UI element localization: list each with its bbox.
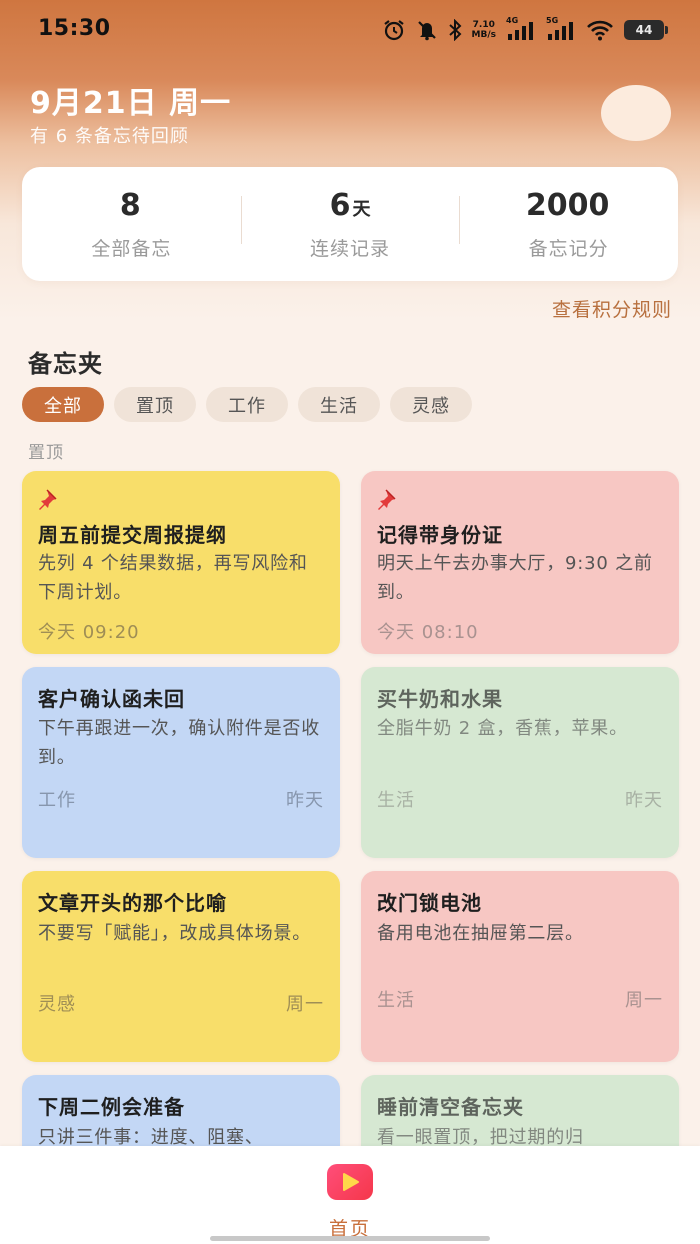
note-title: 记得带身份证	[377, 523, 503, 547]
note-footer: 工作 昨天	[38, 786, 324, 812]
filter-chips: 全部 置顶 工作 生活 灵感	[22, 387, 472, 422]
stat-label: 连续记录	[310, 237, 391, 260]
note-footer: 生活 周一	[377, 986, 663, 1012]
note-body: 先列 4 个结果数据，再写风险和下周计划。	[38, 553, 308, 603]
stat-value: 2000	[459, 188, 678, 228]
note-title: 客户确认函未回	[38, 687, 185, 711]
net-speed: 7.10 MB/s	[472, 20, 496, 40]
note-title: 买牛奶和水果	[377, 687, 503, 711]
stat-score[interactable]: 2000 备忘记分	[459, 188, 678, 261]
net-speed-unit: MB/s	[471, 30, 496, 40]
filter-chip-inspiration[interactable]: 灵感	[390, 387, 472, 422]
section-title: 备忘夹	[28, 350, 103, 378]
score-rules-link[interactable]: 查看积分规则	[552, 295, 672, 322]
stat-value: 6天	[241, 188, 460, 228]
stat-number: 8	[119, 187, 141, 223]
stat-all-notes[interactable]: 8 全部备忘	[22, 188, 241, 261]
note-title: 下周二例会准备	[38, 1095, 185, 1119]
stat-streak[interactable]: 6天 连续记录	[240, 188, 460, 261]
pin-icon	[378, 489, 396, 510]
signal-4g-icon: 4G	[506, 16, 536, 42]
note-date: 周一	[286, 994, 324, 1015]
stat-label: 备忘记分	[528, 237, 609, 260]
review-subtitle: 有 6 条备忘待回顾	[30, 126, 189, 147]
note-category: 生活	[377, 990, 415, 1011]
stat-number: 6	[329, 187, 351, 223]
stat-value: 8	[22, 188, 241, 228]
play-icon	[327, 1164, 373, 1200]
note-category: 生活	[377, 790, 415, 811]
nav-home[interactable]: 首页	[318, 1164, 382, 1241]
note-card[interactable]: 记得带身份证 明天上午去办事大厅，9:30 之前到。 今天 08:10	[361, 471, 679, 654]
stat-number: 2000	[525, 187, 610, 223]
note-title: 文章开头的那个比喻	[38, 891, 227, 915]
note-date: 昨天	[625, 790, 663, 811]
status-time: 15:30	[38, 16, 111, 41]
mute-icon	[416, 19, 438, 41]
net-speed-value: 7.10	[472, 20, 495, 30]
signal-5g-label: 5G	[546, 16, 559, 25]
stats-card: 8 全部备忘 6天 连续记录 2000 备忘记分	[22, 167, 678, 281]
wifi-icon	[586, 19, 614, 41]
note-date: 周一	[625, 990, 663, 1011]
bluetooth-icon	[448, 19, 462, 41]
app-screen: 15:30 7.10 MB/s 4G 5G 44 9月21日 周一 有 6 条备…	[0, 0, 700, 1244]
note-footer: 今天 09:20	[38, 618, 324, 644]
note-card[interactable]: 周五前提交周报提纲 先列 4 个结果数据，再写风险和下周计划。 今天 09:20	[22, 471, 340, 654]
stat-unit: 天	[352, 198, 371, 220]
date-title: 9月21日 周一	[30, 86, 232, 121]
battery-icon: 44	[624, 20, 668, 40]
note-body: 不要写「赋能」，改成具体场景。	[38, 923, 311, 944]
pin-icon	[39, 489, 57, 510]
home-indicator[interactable]	[210, 1236, 490, 1241]
group-label-pinned: 置顶	[28, 443, 64, 463]
note-body: 下午再跟进一次，确认附件是否收到。	[38, 718, 320, 768]
note-time: 今天 08:10	[377, 622, 479, 643]
note-card[interactable]: 买牛奶和水果 全脂牛奶 2 盒，香蕉，苹果。 生活 昨天	[361, 667, 679, 858]
note-date: 昨天	[286, 790, 324, 811]
stat-label: 全部备忘	[91, 237, 172, 260]
bottom-nav: 首页	[0, 1146, 700, 1244]
note-category: 灵感	[38, 994, 76, 1015]
note-body: 明天上午去办事大厅，9:30 之前到。	[377, 553, 653, 603]
note-title: 改门锁电池	[377, 891, 482, 915]
filter-chip-work[interactable]: 工作	[206, 387, 288, 422]
status-bar: 15:30 7.10 MB/s 4G 5G 44	[0, 0, 700, 60]
note-category: 工作	[38, 790, 76, 811]
filter-chip-all[interactable]: 全部	[22, 387, 104, 422]
note-card[interactable]: 客户确认函未回 下午再跟进一次，确认附件是否收到。 工作 昨天	[22, 667, 340, 858]
note-card[interactable]: 改门锁电池 备用电池在抽屉第二层。 生活 周一	[361, 871, 679, 1062]
status-icons: 7.10 MB/s 4G 5G 44	[382, 16, 668, 44]
signal-5g-icon: 5G	[546, 16, 576, 42]
note-body: 备用电池在抽屉第二层。	[377, 923, 584, 944]
avatar[interactable]	[601, 85, 671, 141]
note-footer: 灵感 周一	[38, 990, 324, 1016]
alarm-icon	[382, 19, 406, 41]
note-footer: 今天 08:10	[377, 618, 663, 644]
note-card[interactable]: 文章开头的那个比喻 不要写「赋能」，改成具体场景。 灵感 周一	[22, 871, 340, 1062]
note-body: 全脂牛奶 2 盒，香蕉，苹果。	[377, 718, 628, 739]
note-footer: 生活 昨天	[377, 786, 663, 812]
filter-chip-pinned[interactable]: 置顶	[114, 387, 196, 422]
note-title: 睡前清空备忘夹	[377, 1095, 524, 1119]
filter-chip-life[interactable]: 生活	[298, 387, 380, 422]
signal-4g-label: 4G	[506, 16, 519, 25]
note-title: 周五前提交周报提纲	[38, 523, 227, 547]
note-time: 今天 09:20	[38, 622, 140, 643]
